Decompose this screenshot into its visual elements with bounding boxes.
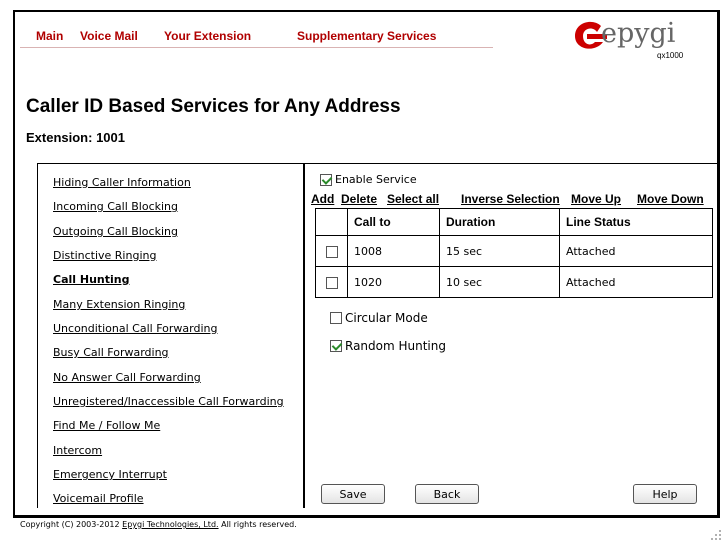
select-all-link[interactable]: Select all <box>387 192 439 206</box>
help-button[interactable]: Help <box>633 484 697 504</box>
enable-service-label: Enable Service <box>335 173 417 186</box>
nav-supplementary-services[interactable]: Supplementary Services <box>297 29 436 43</box>
sidebar-item-hiding-caller-information[interactable]: Hiding Caller Information <box>53 176 191 189</box>
sidebar-item-incoming-call-blocking[interactable]: Incoming Call Blocking <box>53 200 178 213</box>
move-up-link[interactable]: Move Up <box>571 192 621 206</box>
footer: Copyright (C) 2003-2012 Epygi Technologi… <box>20 520 297 529</box>
nav-main[interactable]: Main <box>36 29 63 43</box>
select-column-header <box>315 208 348 236</box>
random-hunting-row: Random Hunting <box>330 339 446 353</box>
resize-grip-icon[interactable] <box>710 528 722 540</box>
sidebar-item-outgoing-call-blocking[interactable]: Outgoing Call Blocking <box>53 225 178 238</box>
table-row: 1008 15 sec Attached <box>315 235 713 267</box>
random-hunting-checkbox[interactable] <box>330 340 342 352</box>
column-header-line-status: Line Status <box>559 208 713 236</box>
line-status-cell: Attached <box>559 235 713 267</box>
row-select-cell <box>315 235 348 267</box>
footer-company-link[interactable]: Epygi Technologies, Ltd. <box>122 520 218 529</box>
sidebar-item-many-extension-ringing[interactable]: Many Extension Ringing <box>53 298 185 311</box>
sidebar-item-emergency-interrupt[interactable]: Emergency Interrupt <box>53 468 167 481</box>
enable-service-row: Enable Service <box>320 173 417 186</box>
top-navigation: Main Voice Mail Your Extension Supplemen… <box>20 24 493 48</box>
random-hunting-label: Random Hunting <box>345 339 446 353</box>
logo-model: qx1000 <box>657 51 684 60</box>
extension-label: Extension: 1001 <box>26 130 125 145</box>
call-to-cell[interactable]: 1008 <box>347 235 440 267</box>
footer-suffix: All rights reserved. <box>218 520 297 529</box>
row-checkbox[interactable] <box>325 276 338 289</box>
move-down-link[interactable]: Move Down <box>637 192 704 206</box>
row-checkbox[interactable] <box>325 245 338 258</box>
sidebar-item-intercom[interactable]: Intercom <box>53 444 102 457</box>
nav-your-extension[interactable]: Your Extension <box>164 29 251 43</box>
sidebar: Hiding Caller Information Incoming Call … <box>37 163 304 508</box>
sidebar-item-unregistered-call-forwarding[interactable]: Unregistered/Inaccessible Call Forwardin… <box>53 395 284 408</box>
circular-mode-row: Circular Mode <box>330 311 428 325</box>
sidebar-item-distinctive-ringing[interactable]: Distinctive Ringing <box>53 249 156 262</box>
call-to-cell[interactable]: 1020 <box>347 266 440 298</box>
circular-mode-checkbox[interactable] <box>330 312 342 324</box>
row-select-cell <box>315 266 348 298</box>
sidebar-item-unconditional-call-forwarding[interactable]: Unconditional Call Forwarding <box>53 322 217 335</box>
add-link[interactable]: Add <box>311 192 334 206</box>
table-header-row: Call to Duration Line Status <box>315 208 713 236</box>
duration-cell: 15 sec <box>439 235 560 267</box>
nav-voice-mail[interactable]: Voice Mail <box>80 29 138 43</box>
table-row: 1020 10 sec Attached <box>315 266 713 298</box>
sidebar-item-voicemail-profile[interactable]: Voicemail Profile <box>53 492 144 505</box>
save-button[interactable]: Save <box>321 484 385 504</box>
duration-cell: 10 sec <box>439 266 560 298</box>
enable-service-checkbox[interactable] <box>320 173 332 186</box>
column-header-call-to: Call to <box>347 208 440 236</box>
page-title: Caller ID Based Services for Any Address <box>26 96 401 117</box>
epygi-logo: epygi qx1000 <box>565 18 695 68</box>
column-header-duration: Duration <box>439 208 560 236</box>
sidebar-item-find-me-follow-me[interactable]: Find Me / Follow Me <box>53 419 160 432</box>
inverse-selection-link[interactable]: Inverse Selection <box>461 192 560 206</box>
footer-prefix: Copyright (C) 2003-2012 <box>20 520 123 529</box>
hunting-table: Call to Duration Line Status 1008 15 sec… <box>315 208 713 298</box>
sidebar-item-call-hunting[interactable]: Call Hunting <box>53 273 129 286</box>
logo-text: epygi <box>601 18 676 49</box>
sidebar-item-busy-call-forwarding[interactable]: Busy Call Forwarding <box>53 346 169 359</box>
delete-link[interactable]: Delete <box>341 192 377 206</box>
line-status-cell: Attached <box>559 266 713 298</box>
service-panel: Enable Service Add Delete Select all Inv… <box>304 163 720 508</box>
circular-mode-label: Circular Mode <box>345 311 428 325</box>
sidebar-item-no-answer-call-forwarding[interactable]: No Answer Call Forwarding <box>53 371 201 384</box>
back-button[interactable]: Back <box>415 484 479 504</box>
